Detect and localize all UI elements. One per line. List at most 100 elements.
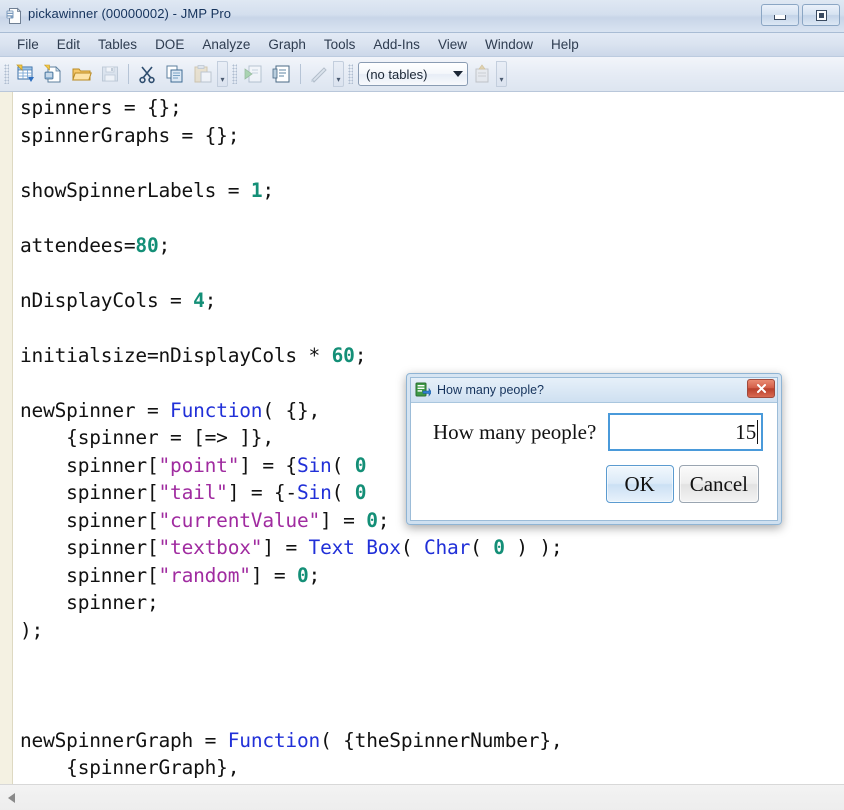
save-button[interactable] [97,61,123,87]
code-token: ( [331,453,355,477]
code-token: ] = [320,508,367,532]
toolbar-table-overflow[interactable]: ▾ [496,61,507,87]
code-token: spinner[ [20,563,159,587]
open-file-button[interactable] [69,61,95,87]
code-token: showSpinnerLabels = [20,178,251,202]
ok-button[interactable]: OK [605,465,674,503]
code-line: newSpinnerGraph = Function( {theSpinnerN… [20,727,844,755]
run-script-icon [244,65,262,83]
table-properties-button[interactable] [469,61,495,87]
code-token: 4 [193,288,205,312]
text-cursor [757,420,759,444]
code-token: ; [308,563,321,587]
minimize-icon [774,15,786,20]
menu-add-ins[interactable]: Add-Ins [364,35,429,54]
restore-button[interactable] [802,4,840,26]
current-table-combo[interactable]: (no tables) [358,62,468,86]
run-script-button[interactable] [241,61,267,87]
code-token: ( {theSpinnerNumber}, [320,728,563,752]
code-token: spinner; [20,591,159,614]
menu-file[interactable]: File [8,35,48,54]
dialog-close-button[interactable] [747,379,775,398]
dialog-prompt-label: How many people? [433,419,597,444]
code-line: ); [20,617,844,645]
close-icon [756,384,766,393]
current-table-combo-value: (no tables) [366,66,428,82]
code-token: ( {}, [262,398,321,422]
code-token: ] = [250,563,297,587]
cancel-button[interactable]: Cancel [678,465,759,503]
code-token: ] = {- [227,481,297,504]
table-properties-icon [475,64,489,83]
debug-script-button[interactable] [269,61,295,87]
menu-analyze[interactable]: Analyze [193,35,259,54]
code-token: "tail" [158,481,228,504]
paste-button[interactable] [190,61,216,87]
window-titlebar: pickawinner (00000002) - JMP Pro [0,0,844,33]
code-token: 0 [354,453,367,477]
code-token: Function [170,398,263,422]
debug-script-icon [272,65,290,83]
code-line: spinners = {}; [20,94,844,122]
code-token: Text Box [308,536,402,559]
dialog-prompt-row: How many people? 15 [411,413,777,451]
code-token: ) ); [504,536,563,559]
horizontal-scrollbar[interactable] [0,784,844,810]
code-line: spinner["random"] = 0; [20,562,844,590]
menu-help[interactable]: Help [542,35,588,54]
code-token: {spinner = [=> ]}, [20,426,274,449]
code-line: nDisplayCols = 4; [20,287,844,315]
code-line: spinner; [20,589,844,617]
dialog-body: How many people? 15 OK Cancel [411,403,777,520]
code-token: ; [158,233,171,257]
menu-doe[interactable]: DOE [146,35,193,54]
code-token: ; [262,178,274,202]
code-token: spinner[ [20,536,159,559]
code-token: attendees= [20,233,136,257]
toolbar-file-overflow[interactable]: ▾ [217,61,228,87]
code-token: Char [423,536,471,559]
new-script-button[interactable] [41,61,67,87]
minimize-button[interactable] [761,4,799,26]
code-token: Sin [296,481,332,504]
edit-formula-icon [311,67,327,83]
code-token: spinner[ [20,481,159,504]
menu-tables[interactable]: Tables [89,35,146,54]
toolbar-grip-script[interactable] [232,64,237,84]
code-line: showSpinnerLabels = 1; [20,177,844,205]
code-token: "textbox" [158,536,263,559]
code-token: {spinnerGraph}, [20,756,240,779]
menu-graph[interactable]: Graph [259,35,315,54]
new-data-table-button[interactable] [13,61,39,87]
code-token: ( [470,536,494,559]
code-token: spinner[ [20,508,159,532]
code-token: 80 [135,233,159,257]
paste-icon [194,65,212,83]
toolbar-grip-table[interactable] [348,64,353,84]
menu-tools[interactable]: Tools [315,35,365,54]
dialog-titlebar: How many people? [411,378,777,403]
toolbar-script-overflow[interactable]: ▾ [333,61,344,87]
restore-icon [815,9,827,21]
code-token: ] = [262,536,309,559]
menu-edit[interactable]: Edit [48,35,89,54]
dialog-title: How many people? [437,383,545,397]
chevron-down-icon [453,71,463,77]
new-script-icon [44,64,61,83]
scroll-left-arrow-icon[interactable] [0,786,22,810]
cut-button[interactable] [134,61,160,87]
dialog-frame: How many people? How many people? 15 OK … [410,377,778,521]
horizontal-scrollbar-track[interactable] [22,785,844,810]
menu-view[interactable]: View [429,35,476,54]
edit-formula-button[interactable] [306,61,332,87]
copy-icon [166,65,183,83]
people-count-input[interactable]: 15 [608,413,764,451]
copy-button[interactable] [162,61,188,87]
menu-window[interactable]: Window [476,35,542,54]
toolbar-grip-file[interactable] [4,64,9,84]
